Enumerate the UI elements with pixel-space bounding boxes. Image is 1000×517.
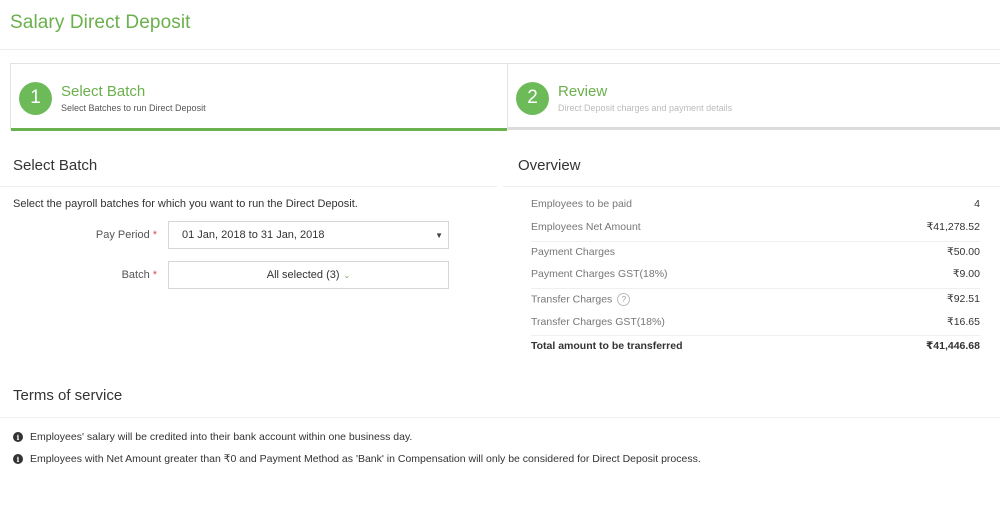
row-value: ₹50.00 (947, 246, 980, 258)
step-number-badge: 1 (19, 81, 52, 115)
page-header: Salary Direct Deposit (0, 0, 1000, 50)
batch-label: Batch * (121, 269, 157, 281)
select-batch-heading: Select Batch (13, 157, 98, 174)
row-label: Total amount to be transferred (531, 340, 683, 352)
step-subtitle: Select Batches to run Direct Deposit (61, 102, 206, 113)
terms-heading: Terms of service (13, 387, 123, 404)
pay-period-label: Pay Period * (95, 229, 157, 241)
info-icon: i (13, 432, 23, 442)
overview-row-employees: Employees to be paid 4 (531, 198, 980, 210)
pay-period-select[interactable]: 01 Jan, 2018 to 31 Jan, 2018 ▼ (168, 221, 449, 249)
terms-text: Employees with Net Amount greater than ₹… (30, 453, 701, 465)
row-value: ₹16.65 (947, 316, 980, 328)
row-separator (531, 241, 980, 242)
info-icon: i (13, 454, 23, 464)
step-title: Select Batch (61, 82, 146, 100)
stepper: 1 Select Batch Select Batches to run Dir… (10, 63, 1000, 131)
row-value: 4 (974, 198, 980, 210)
divider (0, 186, 497, 187)
step-number-badge: 2 (516, 81, 549, 115)
terms-item: i Employees with Net Amount greater than… (13, 453, 701, 465)
overview-row-total: Total amount to be transferred ₹41,446.6… (531, 340, 980, 352)
caret-down-icon: ▼ (435, 231, 443, 240)
batch-value: All selected (3) (266, 269, 340, 281)
overview-heading: Overview (518, 157, 581, 174)
row-value: ₹41,278.52 (926, 221, 980, 233)
help-icon[interactable]: ? (617, 293, 631, 306)
row-value: ₹41,446.68 (925, 340, 980, 352)
row-label: Payment Charges (531, 246, 616, 258)
divider (0, 417, 1000, 418)
overview-row-payment-gst: Payment Charges GST(18%) ₹9.00 (531, 268, 980, 280)
intro-text: Select the payroll batches for which you… (13, 198, 358, 210)
row-label: Employees to be paid (531, 198, 632, 210)
row-separator (531, 288, 980, 289)
step-select-batch[interactable]: 1 Select Batch Select Batches to run Dir… (10, 63, 507, 131)
terms-item: i Employees' salary will be credited int… (13, 431, 412, 443)
chevron-down-icon: ⌄ (343, 270, 351, 280)
step-review[interactable]: 2 Review Direct Deposit charges and paym… (507, 63, 1000, 130)
row-value: ₹92.51 (947, 293, 980, 305)
required-mark: * (152, 269, 157, 281)
row-label: Payment Charges GST(18%) (531, 268, 668, 280)
pay-period-row: Pay Period * 01 Jan, 2018 to 31 Jan, 2018… (0, 221, 500, 249)
batch-multiselect[interactable]: All selected (3) ⌄ (168, 261, 449, 289)
batch-row: Batch * All selected (3) ⌄ (0, 261, 500, 289)
step-subtitle: Direct Deposit charges and payment detai… (558, 102, 733, 113)
page-title: Salary Direct Deposit (10, 12, 191, 33)
overview-row-transfer-gst: Transfer Charges GST(18%) ₹16.65 (531, 316, 980, 328)
pay-period-value: 01 Jan, 2018 to 31 Jan, 2018 (182, 229, 325, 241)
overview-row-payment-charges: Payment Charges ₹50.00 (531, 246, 980, 258)
divider (503, 186, 1000, 187)
row-value: ₹9.00 (952, 268, 980, 280)
row-label-wrap: Transfer Charges? (531, 293, 631, 306)
row-label: Transfer Charges GST(18%) (531, 316, 665, 328)
row-separator (531, 335, 980, 336)
overview-row-transfer-charges: Transfer Charges? ₹92.51 (531, 293, 980, 306)
terms-text: Employees' salary will be credited into … (30, 431, 413, 443)
required-mark: * (152, 229, 157, 241)
step-title: Review (558, 82, 608, 100)
overview-row-net-amount: Employees Net Amount ₹41,278.52 (531, 221, 980, 233)
row-label: Employees Net Amount (531, 221, 641, 233)
